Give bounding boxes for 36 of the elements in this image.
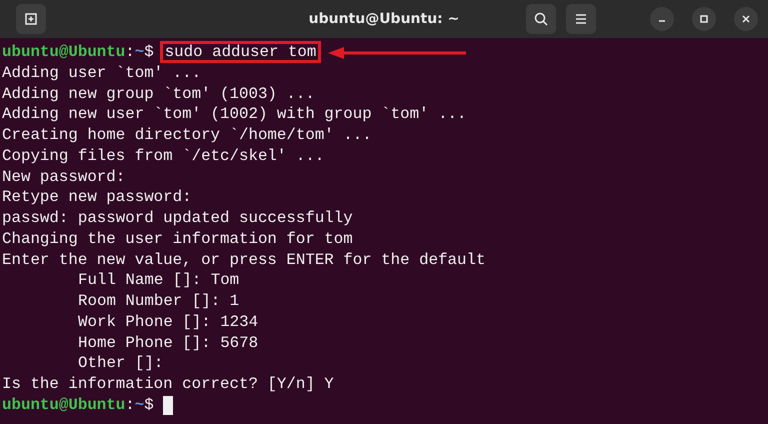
- prompt-path: ~: [134, 394, 144, 416]
- output-line: Changing the user information for tom: [2, 228, 353, 250]
- maximize-icon: [699, 14, 709, 24]
- search-button[interactable]: [526, 4, 556, 34]
- prompt-user: ubuntu@Ubuntu: [2, 42, 126, 63]
- output-line: passwd: password updated successfully: [2, 208, 353, 229]
- minimize-button[interactable]: [650, 7, 674, 31]
- prompt-symbol: $: [144, 394, 154, 416]
- output-line: Home Phone []: 5678: [77, 332, 258, 354]
- maximize-button[interactable]: [692, 7, 716, 31]
- new-tab-icon: [23, 11, 39, 27]
- prompt-path: ~: [134, 42, 144, 63]
- output-line: Other []:: [77, 353, 164, 374]
- output-line: Copying files from `/etc/skel' ...: [2, 146, 324, 166]
- output-line: Room Number []: 1: [77, 291, 240, 312]
- prompt-symbol: $: [144, 42, 154, 63]
- output-line: New password:: [2, 166, 126, 188]
- output-line: Is the information correct? [Y/n] Y: [2, 374, 334, 395]
- output-line: Adding new group `tom' (1003) ...: [2, 84, 315, 104]
- prompt-separator: :: [125, 394, 135, 416]
- output-line: Full Name []: Tom: [77, 270, 240, 291]
- highlighted-command: sudo adduser tom: [160, 41, 322, 64]
- output-line: Enter the new value, or press ENTER for the default: [2, 250, 486, 270]
- prompt-user: ubuntu@Ubuntu: [2, 394, 126, 416]
- menu-button[interactable]: [566, 4, 596, 34]
- output-line: Adding new user `tom' (1002) with group `tom' ...: [2, 104, 467, 125]
- close-icon: [741, 14, 751, 24]
- close-button[interactable]: [734, 7, 758, 31]
- prompt-separator: :: [125, 42, 135, 63]
- output-line: Adding user `tom' ...: [2, 62, 202, 84]
- output-line: Creating home directory `/home/tom' ...: [2, 125, 372, 146]
- window-title: ubuntu@Ubuntu: ~: [308, 11, 460, 27]
- search-icon: [533, 11, 549, 27]
- output-line: Retype new password:: [2, 187, 192, 208]
- output-line: Work Phone []: 1234: [77, 312, 258, 332]
- new-tab-button[interactable]: [16, 4, 46, 34]
